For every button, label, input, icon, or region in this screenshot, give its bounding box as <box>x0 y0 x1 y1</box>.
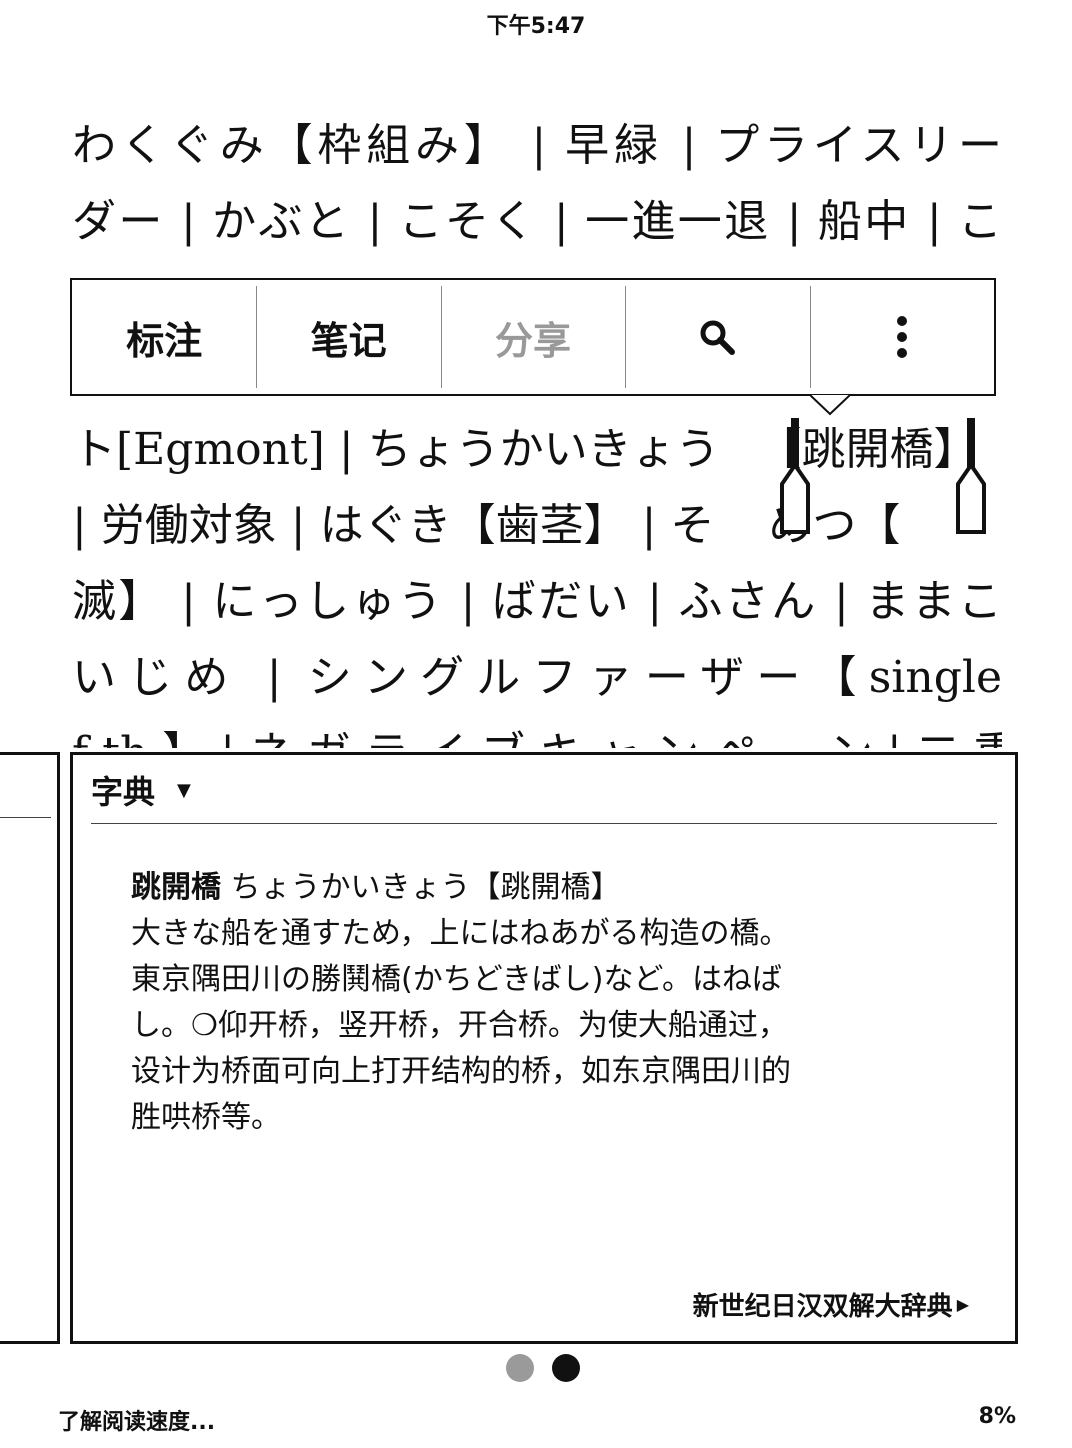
text-line-1[interactable]: わくぐみ【枠組み】 | 早緑 | プライスリー <box>72 108 1002 184</box>
definition-line-4: 设计为桥面可向上打开结构的桥，如东京隅田川的 <box>131 1054 791 1089</box>
entry-reading: ちょうかいきょう【跳開橋】 <box>230 870 621 905</box>
text-line-2[interactable]: ダー | かぶと | こそく | 一進一退 | 船中 | こ <box>72 184 1002 260</box>
status-time: 下午5:47 <box>486 14 586 39</box>
text-line-6-start: | 労働対象 | はぐき【歯茎】 | そ <box>72 500 715 551</box>
text-line-5[interactable]: ト[Egmont] | ちょうかいきょう 【跳開橋】 <box>72 412 1002 488</box>
selection-start-handle[interactable] <box>778 418 812 538</box>
definition-line-5: 胜哄桥等。 <box>131 1100 281 1135</box>
vertical-ellipsis-icon <box>896 316 907 358</box>
book-text[interactable]: わくぐみ【枠組み】 | 早緑 | プライスリー ダー | かぶと | こそく |… <box>72 108 1002 748</box>
text-line-6[interactable]: | 労働対象 | はぐき【歯茎】 | そ めつ【 <box>72 488 1002 564</box>
dictionary-title: 字典 <box>91 773 156 811</box>
entry-headword: 跳開橋 <box>131 870 221 905</box>
search-button[interactable] <box>625 280 809 394</box>
more-options-button[interactable] <box>809 280 994 394</box>
card-pager <box>506 1354 580 1382</box>
definition-line-3: し。❍仰开桥，竖开桥，开合桥。为使大船通过， <box>131 1008 788 1043</box>
text-line-7[interactable]: 滅】 | にっしゅう | ばだい | ふさん | ままこ <box>72 564 1002 640</box>
text-line-5-start: ト[Egmont] | ちょうかいきょう <box>72 424 720 475</box>
highlight-button[interactable]: 标注 <box>72 280 256 394</box>
dictionary-card: 字典 ▼ 跳開橋 ちょうかいきょう【跳開橋】 大きな船を通すため，上にはねあがる… <box>70 752 1018 1344</box>
selection-end-handle[interactable] <box>954 418 988 538</box>
play-arrow-icon: ▶ <box>956 1295 969 1314</box>
entry-heading: 跳開橋 ちょうかいきょう【跳開橋】 <box>131 865 951 911</box>
reading-progress[interactable]: 8% <box>979 1404 1016 1429</box>
pager-dot-1[interactable] <box>506 1354 534 1382</box>
dictionary-source-link[interactable]: 新世纪日汉双解大辞典 ▶ <box>693 1286 969 1323</box>
reading-speed-link[interactable]: 了解阅读速度... <box>58 1404 215 1436</box>
toolbar-pointer <box>810 394 850 416</box>
selection-toolbar: 标注 笔记 分享 <box>70 278 996 396</box>
previous-card-peek[interactable] <box>0 752 60 1344</box>
text-line-9[interactable]: f th 】 | ネ ガ ラ イ ブ キ ャ ン ペ ー ン | 二 重 | <box>72 716 1002 748</box>
dictionary-divider <box>91 823 997 824</box>
reader-screen: 下午5:47 わくぐみ【枠組み】 | 早緑 | プライスリー ダー | かぶと … <box>0 0 1072 1448</box>
pager-dot-2[interactable] <box>552 1354 580 1382</box>
dictionary-entry: 跳開橋 ちょうかいきょう【跳開橋】 大きな船を通すため，上にはねあがる构造の橋。… <box>131 865 951 1141</box>
magnifier-icon <box>700 320 736 355</box>
definition-line-2: 東京隅田川の勝鬨橋(かちどきばし)など。はねば <box>131 962 783 997</box>
dropdown-triangle-icon: ▼ <box>177 779 191 801</box>
dictionary-source-name: 新世纪日汉双解大辞典 <box>692 1292 953 1322</box>
previous-card-rule <box>0 817 51 818</box>
dictionary-selector[interactable]: 字典 ▼ <box>91 765 191 815</box>
share-button[interactable]: 分享 <box>440 280 625 394</box>
text-line-8[interactable]: いじめ | シングルファーザー【single <box>72 640 1002 716</box>
note-button[interactable]: 笔记 <box>256 280 440 394</box>
definition-line-1: 大きな船を通すため，上にはねあがる构造の橋。 <box>131 916 790 951</box>
